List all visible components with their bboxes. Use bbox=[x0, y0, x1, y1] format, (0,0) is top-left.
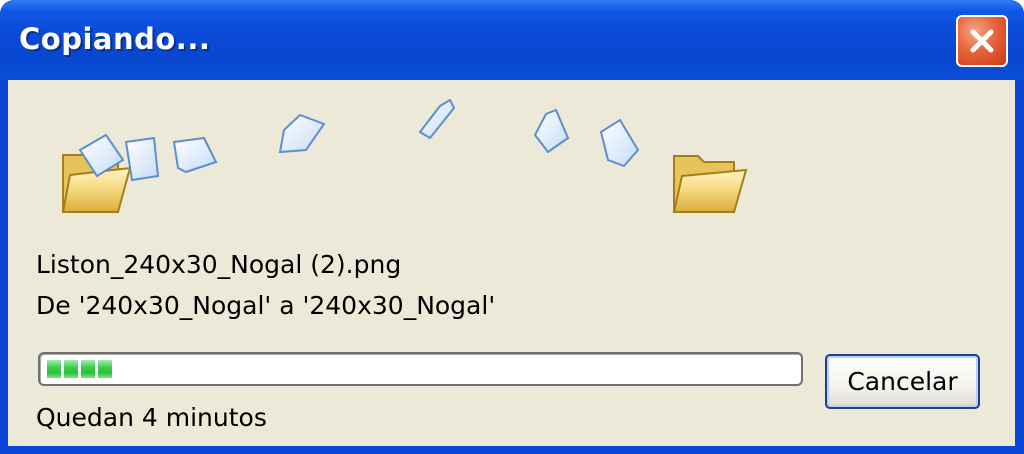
document-icon bbox=[78, 133, 218, 182]
cancel-button[interactable]: Cancelar bbox=[825, 354, 980, 409]
progress-segment bbox=[98, 360, 112, 378]
dialog-body: Liston_240x30_Nogal (2).png De '240x30_N… bbox=[8, 80, 1015, 446]
progress-fill bbox=[47, 360, 112, 378]
folder-icon bbox=[672, 155, 748, 213]
time-remaining-label: Quedan 4 minutos bbox=[36, 403, 267, 432]
source-destination-label: De '240x30_Nogal' a '240x30_Nogal' bbox=[36, 291, 496, 320]
file-name-label: Liston_240x30_Nogal (2).png bbox=[36, 250, 402, 279]
window-title: Copiando... bbox=[19, 22, 211, 56]
copy-progress-bar bbox=[38, 352, 803, 386]
document-icon bbox=[278, 98, 640, 168]
close-button[interactable] bbox=[956, 15, 1008, 67]
copy-dialog-window: Copiando... Liston_240x30_Nogal (2).png … bbox=[0, 0, 1024, 454]
progress-segment bbox=[64, 360, 78, 378]
copy-animation bbox=[61, 98, 748, 213]
progress-segment bbox=[47, 360, 61, 378]
title-bar[interactable]: Copiando... bbox=[0, 0, 1024, 80]
progress-segment bbox=[81, 360, 95, 378]
close-x-icon bbox=[970, 29, 994, 53]
